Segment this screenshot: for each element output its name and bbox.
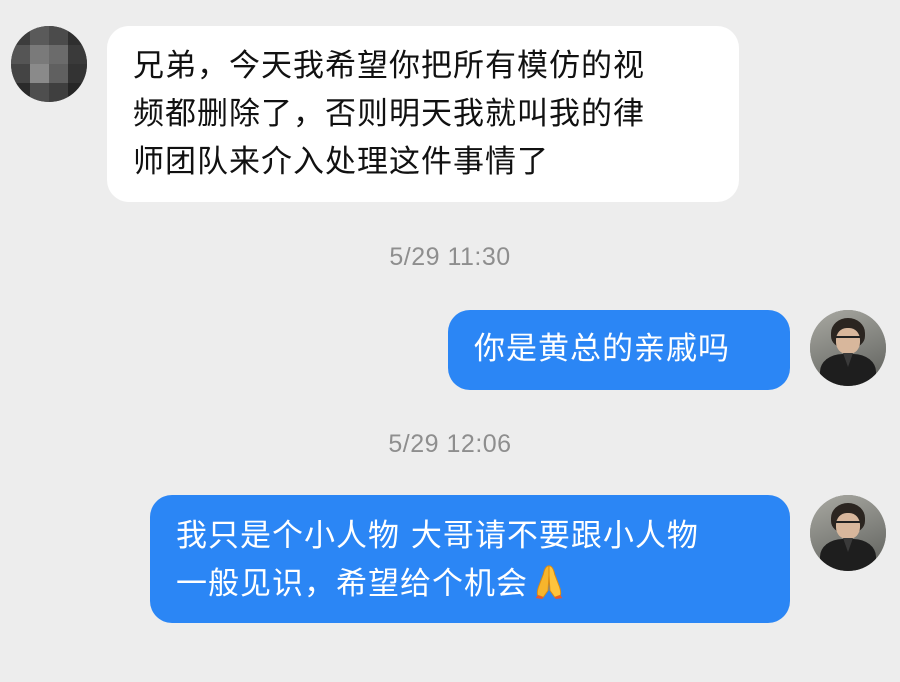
incoming-message-bubble[interactable]: 兄弟，今天我希望你把所有模仿的视 频都删除了，否则明天我就叫我的律 师团队来介入…: [107, 26, 739, 202]
avatar-mosaic-tile: [68, 26, 87, 45]
message-timestamp: 5/29 11:30: [389, 243, 511, 271]
avatar-mosaic-tile: [30, 26, 49, 45]
avatar-mosaic-tile: [49, 26, 68, 45]
message-timestamp: 5/29 12:06: [388, 430, 512, 458]
avatar-mosaic-tile: [49, 83, 68, 102]
contact-avatar[interactable]: [11, 26, 87, 102]
folded-hands-icon: [535, 565, 563, 600]
avatar-mosaic-tile: [11, 26, 30, 45]
avatar-mosaic-tile: [68, 83, 87, 102]
avatar-mosaic-tile: [30, 64, 49, 83]
avatar-mosaic-tile: [11, 45, 30, 64]
outgoing-message-bubble[interactable]: 我只是个小人物 大哥请不要跟小人物 一般见识，希望给个机会: [150, 495, 790, 623]
chat-screen: { "messages": [ { "direction": "incoming…: [0, 0, 900, 682]
avatar-mosaic-tile: [68, 45, 87, 64]
message-line: 师团队来介入处理这件事情了: [133, 144, 549, 180]
message-line: 兄弟，今天我希望你把所有模仿的视: [133, 48, 645, 84]
message-line-text: 一般见识，希望给个机会: [176, 566, 528, 602]
message-line: 你是黄总的亲戚吗: [474, 331, 730, 367]
my-avatar[interactable]: [810, 310, 886, 386]
avatar-mosaic-tile: [30, 45, 49, 64]
message-line: 我只是个小人物 大哥请不要跟小人物: [176, 518, 699, 554]
avatar-mosaic-tile: [30, 83, 49, 102]
message-line: 频都删除了，否则明天我就叫我的律: [133, 96, 645, 132]
avatar-mosaic-tile: [11, 64, 30, 83]
avatar-mosaic-tile: [49, 64, 68, 83]
avatar-mosaic-tile: [49, 45, 68, 64]
outgoing-message-bubble[interactable]: 你是黄总的亲戚吗: [448, 310, 790, 390]
avatar-mosaic-tile: [68, 64, 87, 83]
avatar-mosaic-tile: [11, 83, 30, 102]
my-avatar[interactable]: [810, 495, 886, 571]
message-line-with-emoji: 一般见识，希望给个机会: [176, 560, 766, 608]
